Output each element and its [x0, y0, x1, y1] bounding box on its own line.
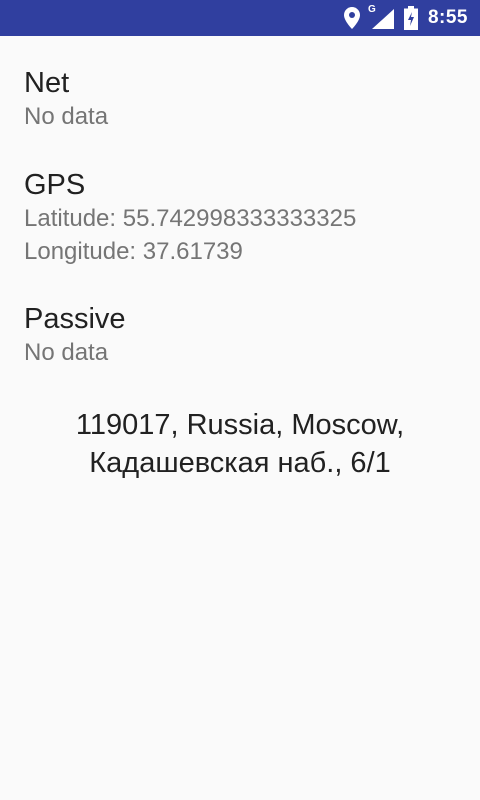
status-bar: G 8:55 — [0, 0, 480, 36]
address-line-2: Кадашевская наб., 6/1 — [89, 447, 391, 479]
status-icons: G 8:55 — [343, 0, 468, 36]
gps-latitude: Latitude: 55.742998333333325 — [24, 205, 357, 232]
network-type-label: G — [367, 4, 376, 15]
net-status: No data — [24, 103, 109, 130]
passive-section: Passive No data — [24, 302, 126, 369]
gps-section: GPS Latitude: 55.742998333333325 Longitu… — [24, 168, 356, 268]
main-content: Net No data GPS Latitude: 55.74299833333… — [0, 36, 480, 800]
gps-title: GPS — [24, 169, 86, 201]
signal-icon: G — [367, 4, 394, 29]
address-line-1: 119017, Russia, Moscow, — [75, 409, 405, 441]
net-section: Net No data — [24, 66, 108, 133]
passive-status: No data — [24, 339, 109, 366]
address: 119017, Russia, Moscow, Кадашевская наб.… — [0, 406, 480, 482]
gps-longitude: Longitude: 37.61739 — [24, 238, 243, 265]
battery-icon — [403, 6, 418, 30]
status-time: 8:55 — [427, 7, 468, 28]
net-title: Net — [24, 67, 70, 99]
location-pin-icon — [343, 7, 360, 29]
passive-title: Passive — [24, 303, 126, 335]
